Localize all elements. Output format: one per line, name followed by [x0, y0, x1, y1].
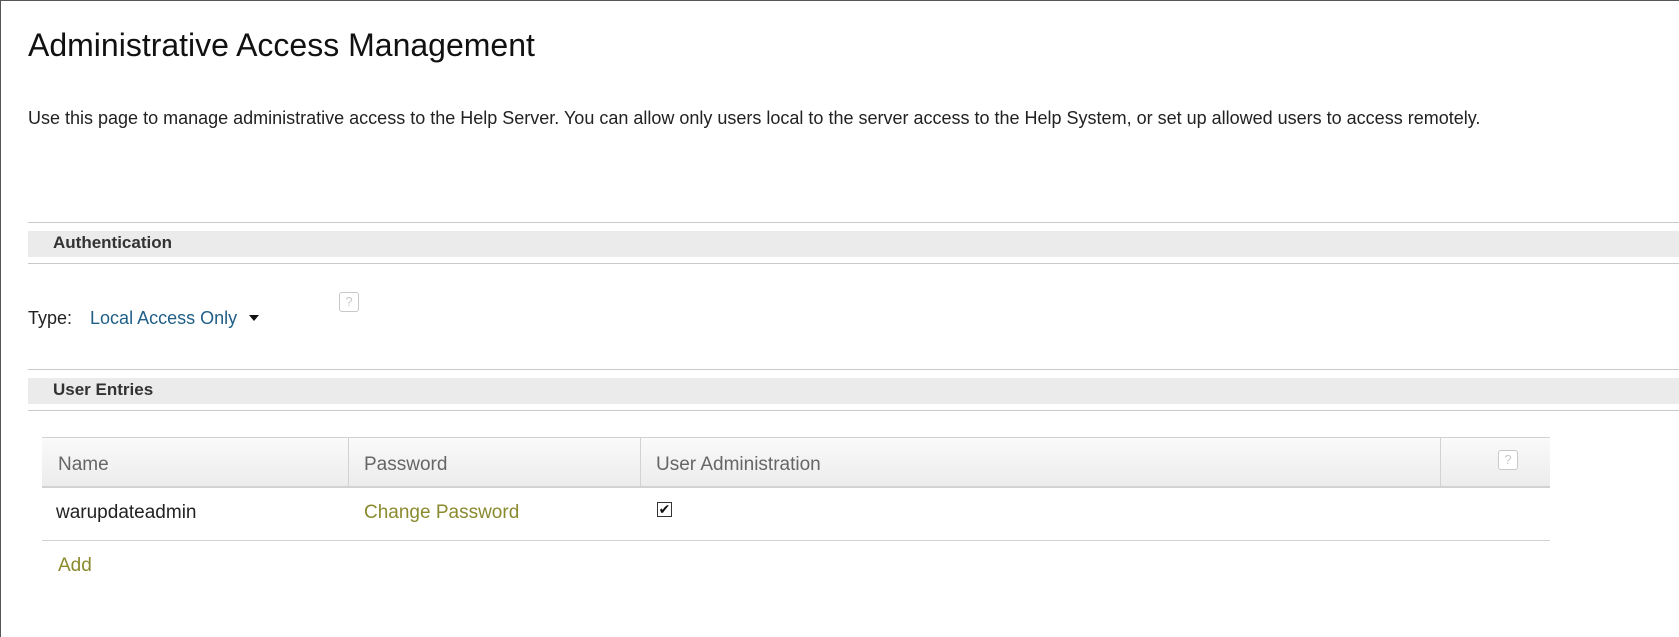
auth-type-row: Type: Local Access Only — [28, 306, 260, 330]
table-row: warupdateadmin Change Password ✔ — [42, 488, 1550, 541]
help-icon[interactable]: ? — [339, 292, 359, 312]
table-header: Name Password User Administration ? — [42, 437, 1550, 488]
auth-type-value: Local Access Only — [90, 307, 238, 328]
column-header-name[interactable]: Name — [58, 454, 109, 476]
user-entries-section-header: User Entries — [28, 369, 1679, 411]
user-entries-section-label: User Entries — [53, 380, 154, 399]
user-administration-checkbox[interactable]: ✔ — [657, 502, 672, 517]
dropdown-caret-icon — [249, 315, 260, 321]
column-divider — [1440, 438, 1441, 486]
page-description: Use this page to manage administrative a… — [28, 108, 1481, 128]
add-user-link[interactable]: Add — [58, 555, 92, 577]
help-icon[interactable]: ? — [1498, 450, 1518, 470]
authentication-section-label: Authentication — [53, 233, 172, 252]
user-name-cell: warupdateadmin — [56, 502, 197, 523]
column-divider — [348, 438, 349, 486]
page-title: Administrative Access Management — [28, 27, 535, 63]
column-divider — [640, 438, 641, 486]
auth-type-dropdown[interactable]: Local Access Only — [90, 307, 260, 329]
auth-type-label: Type: — [28, 307, 73, 328]
column-header-user-administration[interactable]: User Administration — [656, 454, 821, 476]
change-password-link[interactable]: Change Password — [364, 502, 519, 524]
authentication-section-header: Authentication — [28, 222, 1679, 264]
column-header-password[interactable]: Password — [364, 454, 447, 476]
user-entries-table: Name Password User Administration ? waru… — [42, 437, 1550, 541]
